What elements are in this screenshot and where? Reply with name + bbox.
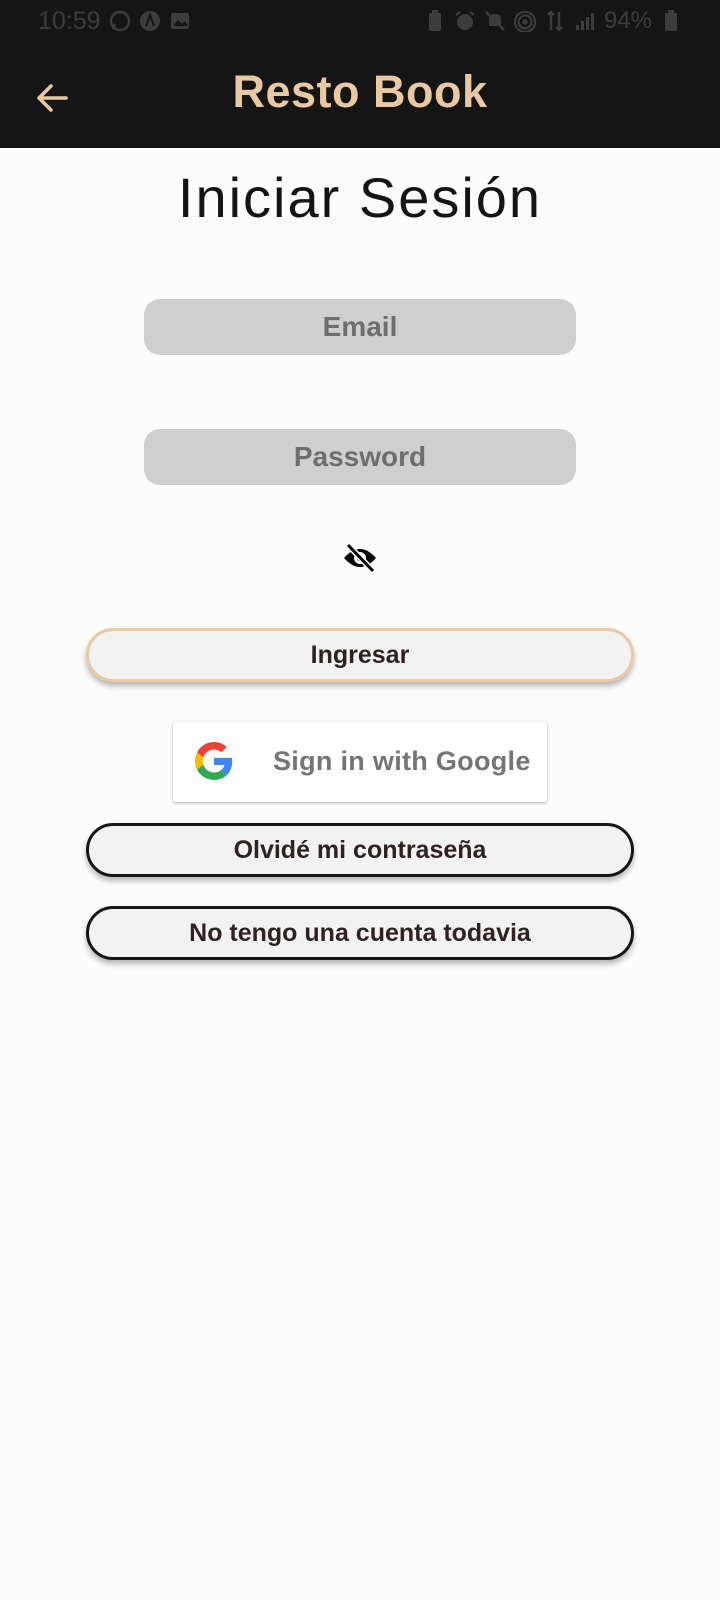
signup-label: No tengo una cuenta todavia [189,918,531,947]
status-bar-right: 94% [424,7,682,35]
alarm-icon [454,10,476,32]
whatsapp-icon [109,10,131,32]
login-button-label: Ingresar [310,640,410,669]
status-time: 10:59 [38,6,101,35]
data-icon [544,10,566,32]
google-logo-icon [195,742,233,780]
page-title: Iniciar Sesión [177,166,543,229]
mute-icon [484,10,506,32]
login-button[interactable]: Ingresar [86,628,634,682]
forgot-password-label: Olvidé mi contraseña [233,835,487,864]
app-bar: Resto Book [0,42,720,148]
battery-icon [660,10,682,32]
battery-percent: 94% [603,7,652,34]
signup-button[interactable]: No tengo una cuenta todavia [86,906,634,960]
app-title: Resto Book [232,66,488,117]
forgot-password-button[interactable]: Olvidé mi contraseña [86,823,634,877]
password-field[interactable] [144,429,576,485]
google-sign-in-label: Sign in with Google [273,746,531,776]
eye-off-icon [344,542,376,574]
battery-saver-icon [424,10,446,32]
signal-icon [574,10,596,32]
image-icon [169,10,191,32]
hotspot-icon [513,10,536,32]
app-icon [139,10,161,32]
google-sign-in-button[interactable]: Sign in with Google [173,722,547,802]
toggle-password-visibility-button[interactable] [340,540,380,576]
status-bar-left: 10:59 [38,7,191,36]
status-bar: 10:59 94% [0,0,720,42]
email-field[interactable] [144,299,576,355]
